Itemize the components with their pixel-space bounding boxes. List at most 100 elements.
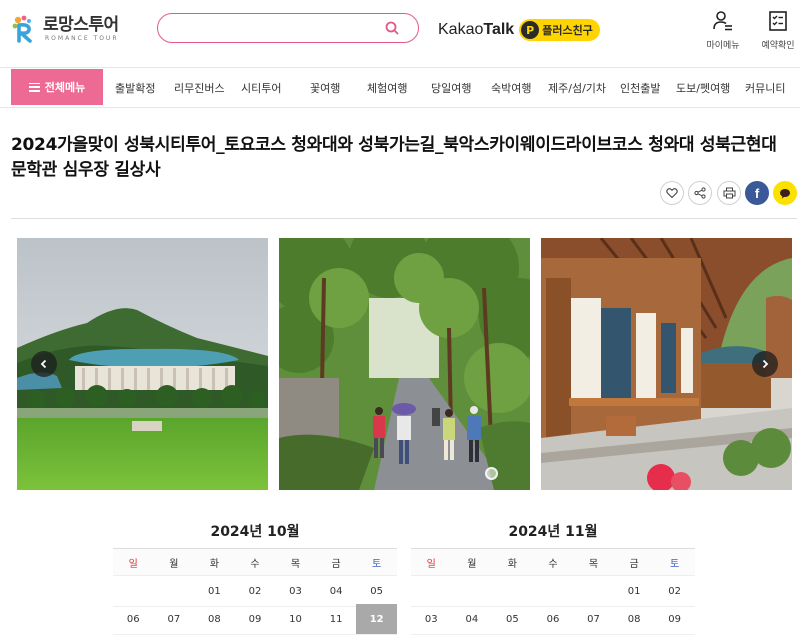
calendar-weekday-header: 일월화수목금토 bbox=[113, 549, 397, 576]
nav-item-flower-trip[interactable]: 꽃여행 bbox=[310, 80, 340, 96]
calendar-empty-cell bbox=[153, 576, 195, 607]
calendar-day[interactable]: 02 bbox=[654, 576, 695, 607]
plus-friend-badge: P 플러스친구 bbox=[519, 19, 600, 41]
gallery-next-button[interactable] bbox=[752, 351, 778, 377]
calendar-day[interactable]: 09 bbox=[654, 604, 695, 635]
site-logo[interactable]: 로망스투어 ROMANCE TOUR bbox=[10, 12, 145, 46]
logo-mark-icon bbox=[12, 15, 32, 43]
nav-item-day-trip[interactable]: 당일여행 bbox=[431, 80, 471, 96]
calendar-empty-cell bbox=[113, 576, 154, 607]
tour-title-line-1: 2024가을맞이 성북시티투어_토요코스 청와대와 성북가는길_북악스카이웨이드… bbox=[11, 135, 777, 155]
calendar-empty-cell bbox=[492, 576, 533, 607]
weekday-label: 토 bbox=[670, 558, 680, 570]
calendar-november-title: 2024년 11월 bbox=[508, 524, 598, 540]
calendar-empty-cell bbox=[532, 576, 574, 607]
plus-friend-label: 플러스친구 bbox=[542, 24, 593, 37]
nav-item-overnight-trip[interactable]: 숙박여행 bbox=[491, 80, 531, 96]
weekday-label: 목 bbox=[290, 558, 301, 570]
calendar-day[interactable]: 08 bbox=[194, 604, 235, 635]
kakaotalk-share-button[interactable] bbox=[773, 181, 797, 205]
weekday-label: 일 bbox=[426, 558, 436, 570]
print-button[interactable] bbox=[717, 181, 741, 205]
all-menu-button[interactable]: 전체메뉴 bbox=[11, 69, 103, 105]
my-menu-link[interactable]: 마이메뉴 bbox=[701, 10, 745, 58]
weekday-label: 화 bbox=[507, 558, 517, 570]
calendar-day[interactable]: 10 bbox=[275, 604, 316, 635]
calendar-day[interactable]: 06 bbox=[532, 604, 574, 635]
weekday-label: 목 bbox=[588, 558, 599, 570]
kakao-plus-friend-banner[interactable]: KakaoTalk P 플러스친구 bbox=[438, 18, 600, 42]
calendar-day[interactable]: 08 bbox=[613, 604, 655, 635]
reservation-check-link[interactable]: 예약확인 bbox=[756, 10, 800, 58]
weekday-label: 일 bbox=[128, 558, 138, 570]
facebook-share-button[interactable]: f bbox=[745, 181, 769, 205]
site-header: 로망스투어 ROMANCE TOUR KakaoTalk P 플러스친구 마이메… bbox=[0, 0, 800, 68]
weekday-label: 금 bbox=[331, 558, 341, 570]
search-box bbox=[157, 13, 419, 43]
calendar-day[interactable]: 05 bbox=[356, 576, 397, 607]
gallery-prev-button[interactable] bbox=[31, 351, 57, 377]
calendar-day[interactable]: 01 bbox=[613, 576, 655, 607]
chevron-left-icon bbox=[40, 359, 47, 369]
tour-title: 2024가을맞이 성북시티투어_토요코스 청와대와 성북가는길_북악스카이웨이드… bbox=[11, 133, 791, 183]
main-navigation: 전체메뉴 출발확정 리무진버스 시티투어 꽃여행 체험여행 당일여행 숙박여행 … bbox=[0, 68, 800, 108]
kakao-talk-wordmark: KakaoTalk bbox=[438, 21, 515, 38]
calendar-empty-cell bbox=[573, 576, 614, 607]
calendar-day[interactable]: 06 bbox=[113, 604, 154, 635]
calendar-day[interactable]: 12 bbox=[356, 604, 397, 635]
calendar-october: 일 월 화 수 목 금 토 01 02 03 04 05 06 07 08 09 10 11 12 bbox=[113, 548, 397, 635]
forest-path-photo bbox=[279, 238, 530, 490]
nav-item-walking-pet-trip[interactable]: 도보/펫여행 bbox=[676, 80, 730, 96]
calendar-day[interactable]: 03 bbox=[275, 576, 316, 607]
calendar-week-row: 06 07 08 09 10 11 12 bbox=[113, 604, 397, 635]
all-menu-label: 전체메뉴 bbox=[44, 81, 86, 94]
nav-item-limousine-bus[interactable]: 리무진버스 bbox=[174, 80, 225, 96]
calendar-day[interactable]: 05 bbox=[492, 604, 533, 635]
calendar-day[interactable]: 04 bbox=[315, 576, 357, 607]
calendar-week-row: 03 04 05 06 07 08 09 bbox=[411, 604, 695, 635]
nav-item-city-tour[interactable]: 시티투어 bbox=[241, 80, 281, 96]
nav-item-incheon-departure[interactable]: 인천출발 bbox=[620, 80, 660, 96]
title-divider bbox=[11, 218, 797, 219]
my-menu-label: 마이메뉴 bbox=[706, 41, 740, 51]
share-button[interactable] bbox=[688, 181, 712, 205]
heart-icon bbox=[666, 188, 678, 199]
calendar-day[interactable]: 09 bbox=[234, 604, 276, 635]
nav-item-jeju-island-train[interactable]: 제주/섬/기차 bbox=[548, 80, 606, 96]
calendar-day[interactable]: 01 bbox=[194, 576, 235, 607]
nav-item-experience-trip[interactable]: 체험여행 bbox=[367, 80, 407, 96]
calendar-day[interactable]: 03 bbox=[411, 604, 452, 635]
facebook-icon: f bbox=[754, 185, 760, 201]
nav-item-community[interactable]: 커뮤니티 bbox=[745, 80, 785, 96]
logo-wordmark: 로망스투어 bbox=[43, 14, 119, 35]
calendar-day[interactable]: 07 bbox=[573, 604, 614, 635]
gallery-pagination-dot[interactable] bbox=[485, 467, 498, 480]
calendar-week-row: 01 02 03 04 05 bbox=[113, 576, 397, 607]
wishlist-button[interactable] bbox=[660, 181, 684, 205]
search-icon[interactable] bbox=[384, 20, 400, 36]
calendar-day[interactable]: 04 bbox=[451, 604, 493, 635]
calendar-week-row: 01 02 bbox=[411, 576, 695, 607]
weekday-label: 수 bbox=[250, 558, 260, 570]
plus-friend-p-icon: P bbox=[521, 21, 540, 39]
calendar-weekday-header: 일월화수목금토 bbox=[411, 549, 695, 576]
weekday-label: 수 bbox=[548, 558, 558, 570]
printer-icon bbox=[723, 187, 735, 199]
nav-item-departure-confirmed[interactable]: 출발확정 bbox=[115, 80, 155, 96]
checklist-icon bbox=[769, 11, 787, 31]
logo-subtitle: ROMANCE TOUR bbox=[45, 34, 119, 42]
weekday-label: 금 bbox=[629, 558, 639, 570]
calendar-october-title: 2024년 10월 bbox=[210, 524, 300, 540]
reservation-check-label: 예약확인 bbox=[761, 41, 795, 51]
calendar-day[interactable]: 11 bbox=[315, 604, 357, 635]
calendar-november: 일 월 화 수 목 금 토 01 02 03 04 05 06 07 08 09 bbox=[411, 548, 695, 635]
calendar-day[interactable]: 07 bbox=[153, 604, 195, 635]
calendar-day[interactable]: 02 bbox=[234, 576, 276, 607]
hamburger-icon bbox=[28, 82, 40, 92]
share-icon bbox=[694, 187, 706, 199]
search-input[interactable] bbox=[170, 18, 380, 38]
weekday-label: 월 bbox=[169, 558, 179, 570]
calendar-empty-cell bbox=[451, 576, 493, 607]
kakaotalk-icon bbox=[780, 188, 790, 198]
tour-title-line-2: 문학관 심우장 길상사 bbox=[11, 160, 161, 180]
